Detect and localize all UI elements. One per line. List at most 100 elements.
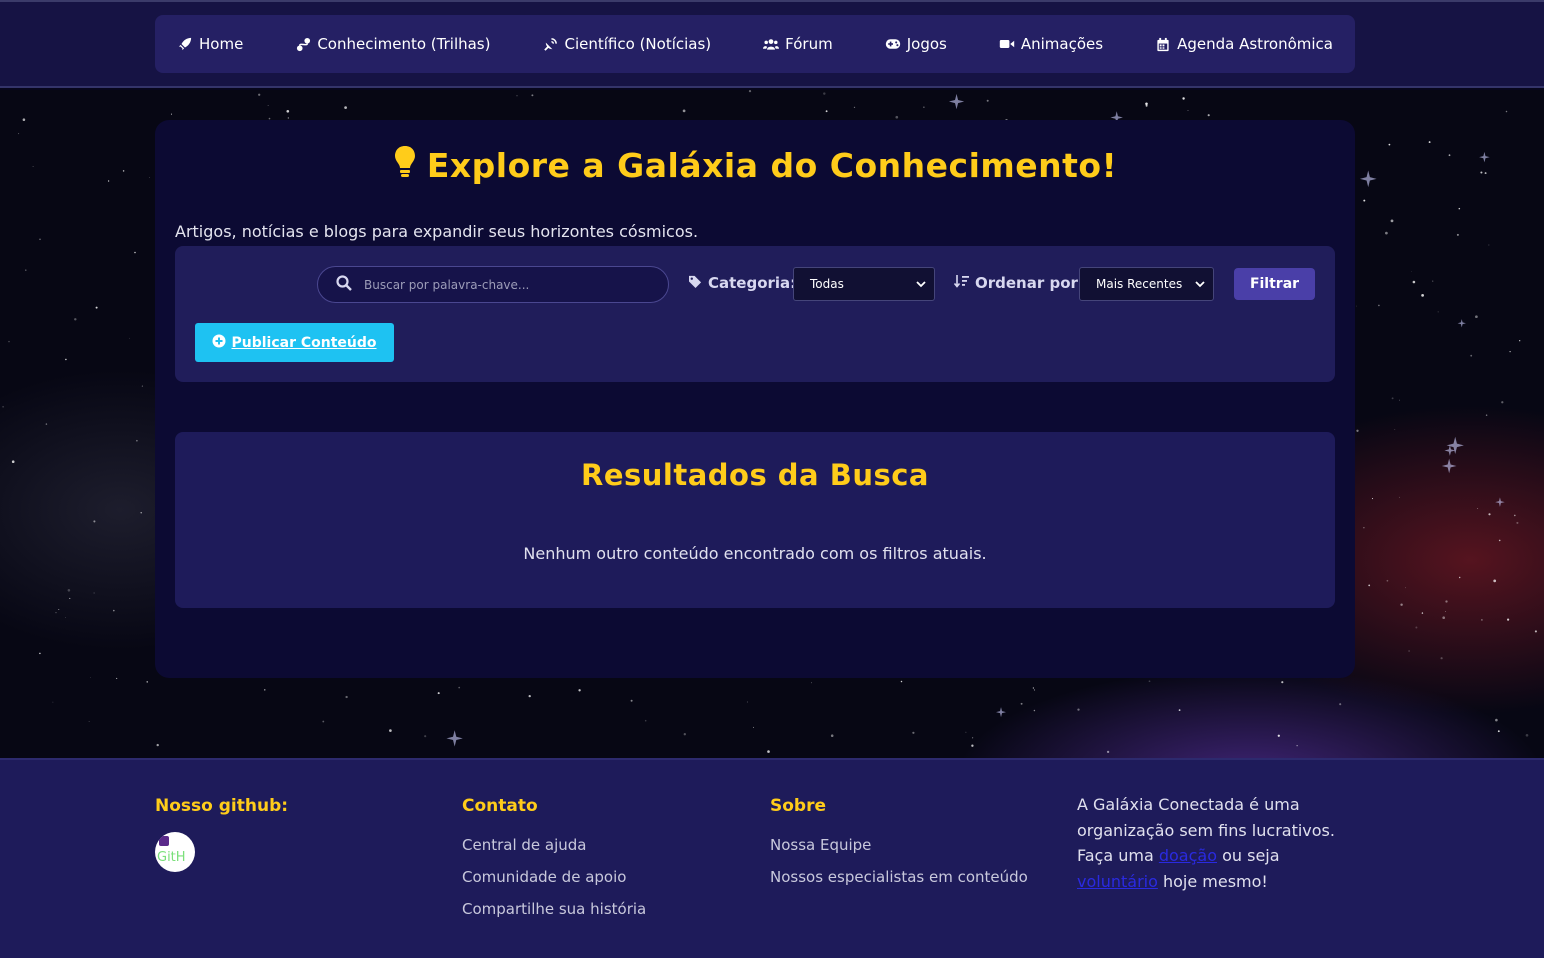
nav-item-scientific[interactable]: Científico (Notícias) [543,35,711,53]
donation-link[interactable]: doação [1159,846,1217,865]
star [1033,709,1036,712]
star [825,110,828,113]
calendar-icon [1155,36,1171,52]
star [823,92,826,95]
star [1339,703,1342,706]
star [1421,612,1424,614]
footer-link-support-community[interactable]: Comunidade de apoio [462,868,646,886]
nav-item-agenda[interactable]: Agenda Astronômica [1155,35,1333,53]
footer-mission-text: A Galáxia Conectada é uma organização se… [1077,792,1347,894]
star [1388,143,1391,146]
star [1477,508,1479,509]
star [810,682,813,684]
nav-label-animations: Animações [1020,35,1104,53]
star [344,106,347,109]
results-empty-message: Nenhum outro conteúdo encontrado com os … [523,544,987,563]
star [1033,689,1036,691]
sparkle-star [996,707,1006,718]
nav-item-home[interactable]: Home [177,35,243,53]
star [437,692,440,695]
star [1394,428,1396,431]
star [1475,315,1478,319]
category-label-text: Categoria: [708,274,797,292]
star [52,701,54,703]
search-box[interactable] [317,266,669,303]
footer-link-help-center[interactable]: Central de ajuda [462,836,646,854]
publish-content-label: Publicar Conteúdo [231,334,377,351]
star [1405,587,1406,589]
star [1178,709,1181,711]
star [1481,619,1483,621]
star [972,737,974,739]
star [2,405,4,408]
search-input[interactable] [364,277,644,292]
nav-item-forum[interactable]: Fórum [763,35,833,53]
star [1400,603,1403,606]
sparkle-star [1359,170,1377,188]
star [1456,233,1459,236]
footer-about-column: Sobre Nossa Equipe Nossos especialistas … [770,796,1028,900]
star [1501,401,1504,404]
star [1509,350,1511,353]
nav-label-forum: Fórum [785,35,833,53]
sparkle-star [1441,458,1457,474]
footer-about-title: Sobre [770,796,827,816]
nav-item-animations[interactable]: Animações [999,35,1103,53]
footer: Nosso github: GitH Contato Central de aj… [0,758,1544,958]
nav-item-games[interactable]: Jogos [885,35,947,53]
tags-icon [688,274,703,292]
star [122,170,125,172]
sparkle-star [1479,151,1490,163]
lightbulb-icon [393,144,417,186]
star [912,731,915,734]
star [830,734,834,737]
star [1470,354,1473,357]
star [516,95,518,97]
star [93,520,96,523]
star [58,609,60,610]
star [1485,414,1488,416]
sort-select[interactable]: Mais Recentes [1079,267,1214,301]
satellite-dish-icon [543,36,559,52]
nav-label-agenda: Agenda Astronômica [1177,35,1333,53]
star [1534,630,1537,633]
star [1415,626,1418,629]
filter-button[interactable]: Filtrar [1234,268,1315,300]
nav-item-knowledge[interactable]: Conhecimento (Trilhas) [295,35,490,53]
star [322,720,325,723]
footer-link-specialists[interactable]: Nossos especialistas em conteúdo [770,868,1028,886]
star [39,238,41,241]
star [458,686,461,689]
footer-github-column: Nosso github: GitH [155,796,288,872]
star [1106,750,1110,754]
mission-text-part-2: ou seja [1222,846,1280,865]
star [1448,154,1451,157]
star [156,743,159,747]
star [1398,496,1400,498]
nav-label-home: Home [199,35,244,53]
publish-content-button[interactable]: Publicar Conteúdo [195,323,394,362]
star [1385,231,1388,235]
star [1437,311,1439,313]
footer-link-team[interactable]: Nossa Equipe [770,836,1028,854]
star [1498,539,1501,542]
main-card: Explore a Galáxia do Conhecimento! Artig… [155,120,1355,678]
star [89,677,91,678]
star [682,109,686,113]
star [748,90,752,93]
github-avatar[interactable]: GitH [155,832,195,872]
star [1505,110,1508,113]
category-select[interactable]: Todas [793,267,935,301]
sort-select-value: Mais Recentes [1096,277,1183,291]
footer-link-share-story[interactable]: Compartilhe sua história [462,900,646,918]
star [134,251,136,254]
video-icon [999,36,1015,52]
star [900,680,903,683]
star [146,681,148,683]
footer-contact-column: Contato Central de ajuda Comunidade de a… [462,796,646,932]
star [1519,340,1521,342]
star [1432,280,1434,282]
sparkle-star [1495,497,1505,507]
star [287,117,289,119]
volunteer-link[interactable]: voluntário [1077,872,1158,891]
